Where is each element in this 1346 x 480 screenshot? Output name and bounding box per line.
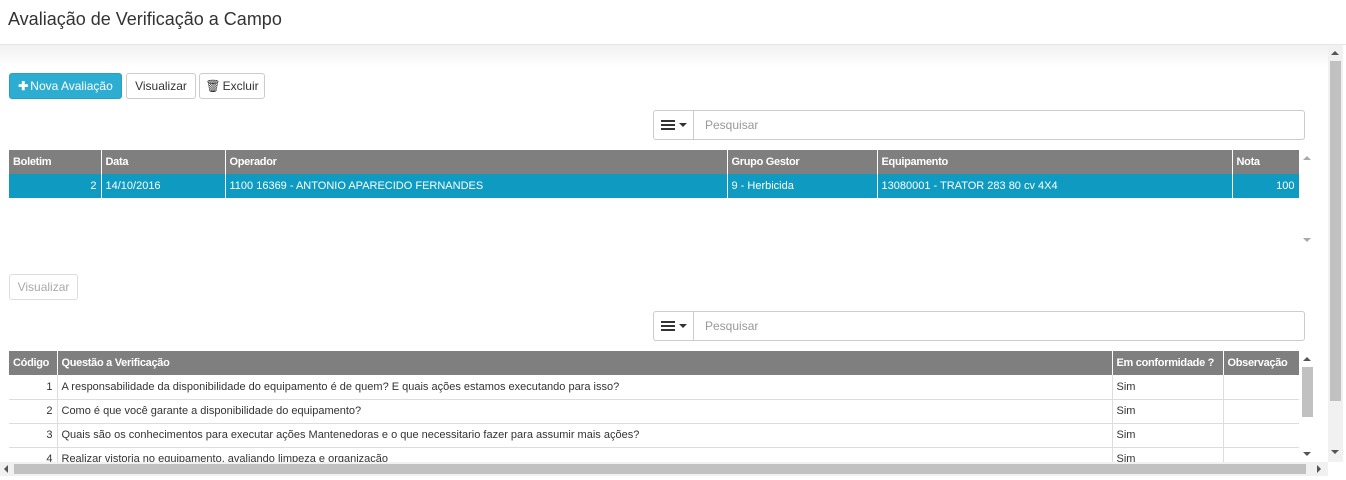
table-row[interactable]: 3 Quais são os conhecimentos para execut… — [9, 423, 1300, 448]
column-header[interactable]: Grupo Gestor — [727, 150, 878, 174]
view-label: Visualizar — [135, 79, 187, 93]
cell-observacao[interactable] — [1223, 375, 1300, 400]
column-header[interactable]: Questão a Verificação — [57, 351, 1113, 375]
scroll-down-arrow-icon[interactable] — [1303, 238, 1311, 242]
cell-conformidade: Sim — [1112, 375, 1224, 400]
scroll-down-arrow-icon[interactable] — [1303, 452, 1311, 456]
new-evaluation-label: Nova Avaliação — [30, 79, 113, 93]
cell-operador: 1100 16369 - ANTONIO APARECIDO FERNANDES — [225, 174, 728, 199]
cell-codigo: 4 — [9, 447, 58, 462]
scroll-up-arrow-icon[interactable] — [1331, 51, 1339, 55]
delete-button[interactable]: 🗑 Excluir — [199, 73, 265, 99]
page-scroll-thumb[interactable] — [1330, 61, 1341, 401]
cell-data: 14/10/2016 — [101, 174, 226, 199]
caret-down-icon — [678, 324, 687, 328]
search-bar-top — [653, 110, 1306, 140]
cell-codigo: 3 — [9, 423, 58, 448]
table-row[interactable]: 2 14/10/2016 1100 16369 - ANTONIO APAREC… — [9, 174, 1300, 199]
table-row[interactable]: 4 Realizar vistoria no equipamento, aval… — [9, 447, 1300, 462]
column-header[interactable]: Equipamento — [877, 150, 1233, 174]
cell-observacao[interactable] — [1223, 423, 1300, 448]
cell-observacao[interactable] — [1223, 399, 1300, 424]
page-vertical-scrollbar[interactable] — [1328, 45, 1343, 462]
search-input-top[interactable] — [694, 110, 1305, 140]
page-title: Avaliação de Verificação a Campo — [8, 9, 282, 29]
scroll-down-arrow-icon[interactable] — [1331, 450, 1339, 454]
evaluations-table: Boletim Data Operador Grupo Gestor Equip… — [9, 150, 1300, 199]
questions-vertical-scrollbar[interactable] — [1299, 351, 1316, 462]
caret-down-icon — [678, 123, 687, 127]
hamburger-icon — [660, 321, 675, 331]
view-button[interactable]: Visualizar — [126, 73, 196, 99]
table-row[interactable]: 1 A responsabilidade da disponibilidade … — [9, 375, 1300, 400]
search-input-bottom[interactable] — [694, 311, 1305, 341]
trash-icon: 🗑 — [205, 79, 221, 93]
column-header[interactable]: Observação — [1223, 351, 1300, 375]
evaluations-grid: Boletim Data Operador Grupo Gestor Equip… — [9, 150, 1316, 248]
delete-label: Excluir — [222, 79, 259, 93]
cell-questao: A responsabilidade da disponibilidade do… — [57, 375, 1113, 400]
table-row[interactable]: 2 Como é que você garante a disponibilid… — [9, 399, 1300, 424]
column-header[interactable]: Código — [9, 351, 58, 375]
view-detail-button[interactable]: Visualizar — [9, 274, 78, 300]
evaluations-vertical-scrollbar[interactable] — [1299, 150, 1316, 248]
columns-menu-button-top[interactable] — [653, 110, 694, 140]
cell-questao: Quais são os conhecimentos para executar… — [57, 423, 1113, 448]
column-header[interactable]: Data — [101, 150, 226, 174]
column-header[interactable]: Operador — [225, 150, 728, 174]
questions-grid: Código Questão a Verificação Em conformi… — [9, 351, 1316, 462]
questions-header-row: Código Questão a Verificação Em conformi… — [9, 351, 1300, 375]
cell-boletim: 2 — [9, 174, 102, 199]
main-content: ✚ Nova Avaliação Visualizar 🗑 Excluir Bo… — [0, 45, 1328, 462]
cell-nota: 100 — [1232, 174, 1300, 199]
scroll-right-arrow-icon[interactable] — [1317, 465, 1321, 473]
cell-questao: Como é que você garante a disponibilidad… — [57, 399, 1113, 424]
scroll-left-arrow-icon[interactable] — [4, 465, 8, 473]
view-detail-label: Visualizar — [17, 280, 70, 294]
cell-conformidade: Sim — [1112, 447, 1224, 462]
horizontal-scrollbar[interactable] — [0, 462, 1328, 476]
cell-codigo: 1 — [9, 375, 58, 400]
cell-equipamento: 13080001 - TRATOR 283 80 cv 4X4 — [877, 174, 1233, 199]
column-header[interactable]: Boletim — [9, 150, 102, 174]
hamburger-icon — [660, 120, 675, 130]
scroll-up-arrow-icon[interactable] — [1303, 357, 1311, 361]
cell-codigo: 2 — [9, 399, 58, 424]
column-header[interactable]: Em conformidade ? — [1112, 351, 1224, 375]
cell-questao: Realizar vistoria no equipamento, avalia… — [57, 447, 1113, 462]
questions-table: Código Questão a Verificação Em conformi… — [9, 351, 1300, 462]
cell-conformidade: Sim — [1112, 399, 1224, 424]
column-header[interactable]: Nota — [1232, 150, 1300, 174]
new-evaluation-button[interactable]: ✚ Nova Avaliação — [9, 73, 122, 99]
plus-icon: ✚ — [18, 79, 29, 93]
horizontal-scroll-thumb[interactable] — [14, 464, 1306, 474]
evaluations-header-row: Boletim Data Operador Grupo Gestor Equip… — [9, 150, 1300, 174]
cell-grupo-gestor: 9 - Herbicida — [727, 174, 878, 199]
cell-observacao[interactable] — [1223, 447, 1300, 462]
columns-menu-button-bottom[interactable] — [653, 311, 694, 341]
scroll-thumb[interactable] — [1302, 367, 1313, 417]
scroll-up-arrow-icon[interactable] — [1303, 156, 1311, 160]
search-bar-bottom — [653, 311, 1306, 341]
cell-conformidade: Sim — [1112, 423, 1224, 448]
